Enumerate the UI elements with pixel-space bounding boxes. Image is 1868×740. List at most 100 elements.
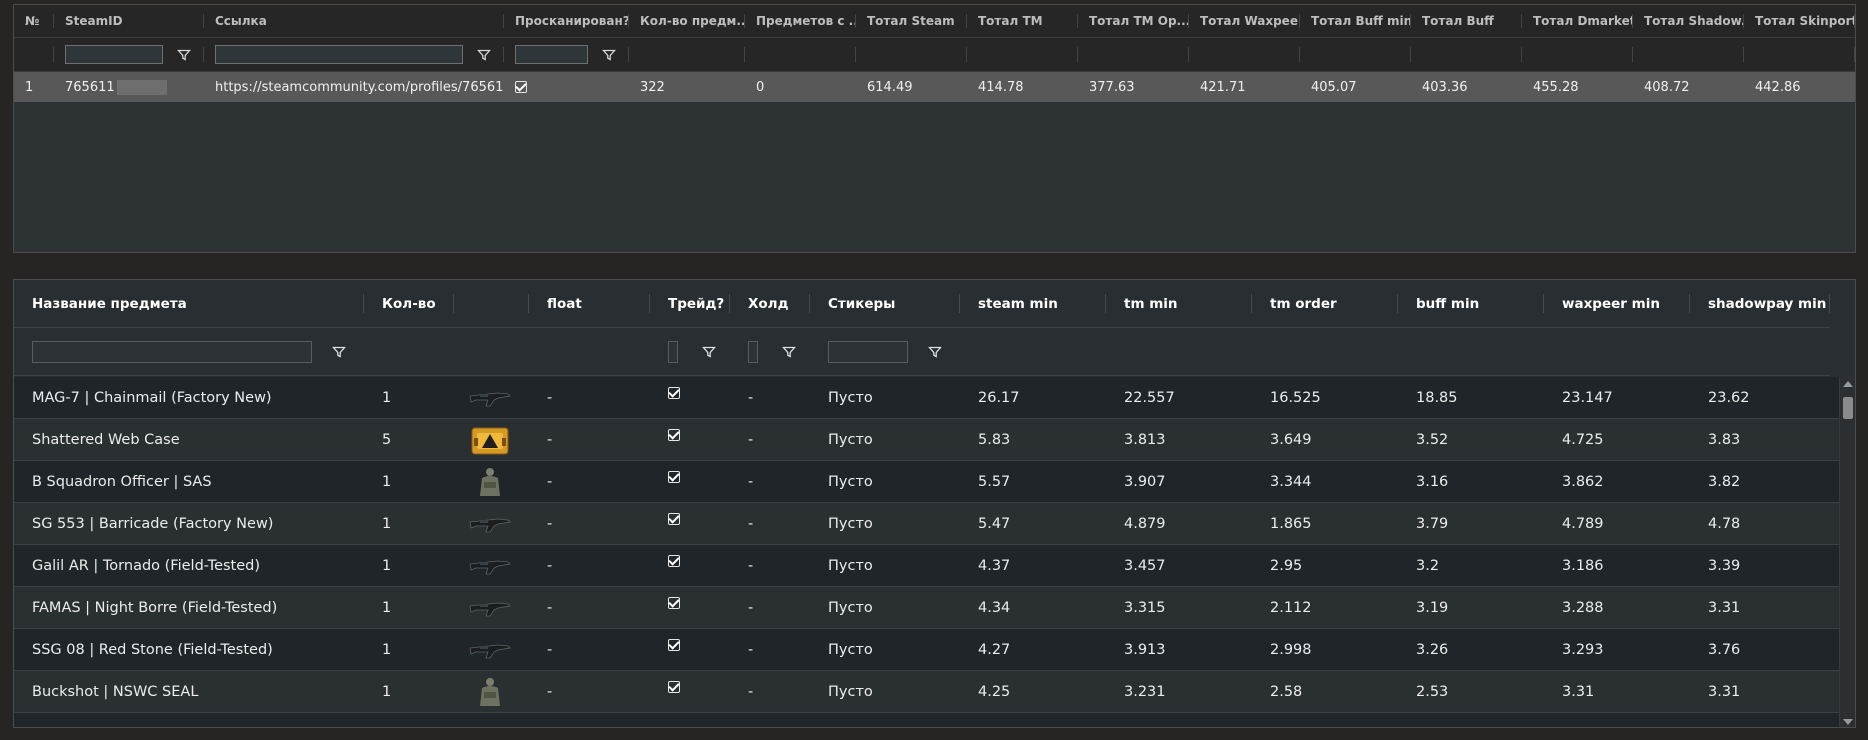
trade-checkbox[interactable]: [668, 429, 680, 441]
col-header-item-count[interactable]: Кол-во предм...: [629, 5, 745, 37]
scanned-checkbox[interactable]: [515, 81, 527, 93]
item-float: -: [547, 557, 553, 574]
account-steamid-cell: 765611: [54, 72, 204, 102]
item-tm-order: 2.95: [1270, 557, 1303, 574]
item-hold: -: [748, 683, 754, 700]
item-image-cell: [454, 377, 529, 418]
table-row[interactable]: B Squadron Officer | SAS 1 - - Пусто 5.5…: [14, 461, 1841, 503]
account-total-dmarket: 455.28: [1533, 79, 1579, 95]
link-filter-input[interactable]: [215, 45, 463, 64]
col-header-total-tm-order[interactable]: Тотал ТМ Ор...: [1078, 5, 1189, 37]
account-row[interactable]: 1 765611 https://steamcommunity.com/prof…: [14, 72, 1855, 102]
col-header-float[interactable]: float: [529, 280, 650, 327]
col-header-steam-min[interactable]: steam min: [960, 280, 1106, 327]
col-header-steamid[interactable]: SteamID: [54, 5, 204, 37]
trade-checkbox[interactable]: [668, 387, 680, 399]
trade-checkbox[interactable]: [668, 681, 680, 693]
col-header-link[interactable]: Ссылка: [204, 5, 504, 37]
item-waxpeer-min: 3.186: [1562, 557, 1604, 574]
redacted-mask: [116, 79, 167, 95]
item-hold: -: [748, 431, 754, 448]
item-image-cell: [454, 503, 529, 544]
stickers-filter-input[interactable]: [828, 340, 908, 363]
col-header-hold[interactable]: Холд: [730, 280, 810, 327]
item-stickers: Пусто: [828, 515, 873, 532]
filter-cell: [1544, 328, 1690, 375]
col-header-scanned[interactable]: Просканирован?: [504, 5, 629, 37]
scroll-up-icon[interactable]: [1843, 381, 1853, 387]
table-row[interactable]: Buckshot | NSWC SEAL 1 - - Пусто 4.25 3.…: [14, 671, 1841, 713]
table-row[interactable]: FAMAS | Night Borre (Field-Tested) 1 - -…: [14, 587, 1841, 629]
trade-checkbox[interactable]: [668, 555, 680, 567]
trade-checkbox[interactable]: [668, 597, 680, 609]
filter-icon[interactable]: [602, 48, 616, 62]
scanned-filter-input[interactable]: [515, 45, 588, 64]
name-filter-input[interactable]: [32, 340, 312, 363]
item-shadowpay-min: 23.62: [1708, 389, 1750, 406]
col-header-total-steam[interactable]: Тотал Steam: [856, 5, 967, 37]
items-table-body[interactable]: MAG-7 | Chainmail (Factory New) 1 - - Пу…: [14, 377, 1841, 727]
col-header-total-buff-min[interactable]: Тотал Buff min: [1300, 5, 1411, 37]
filter-cell: [1411, 38, 1522, 71]
item-trade-cell: [650, 419, 730, 460]
item-qty: 1: [382, 599, 392, 616]
filter-icon[interactable]: [782, 345, 796, 359]
col-header-qty[interactable]: Кол-во: [364, 280, 454, 327]
trade-checkbox[interactable]: [668, 471, 680, 483]
item-tm-order: 3.649: [1270, 431, 1312, 448]
table-row[interactable]: SG 553 | Barricade (Factory New) 1 - - П…: [14, 503, 1841, 545]
item-trade-cell: [650, 629, 730, 670]
item-hold: -: [748, 641, 754, 658]
item-float: -: [547, 599, 553, 616]
trade-checkbox[interactable]: [668, 639, 680, 651]
hold-filter-input[interactable]: [748, 340, 758, 363]
filter-icon[interactable]: [928, 345, 942, 359]
table-row-partial[interactable]: [14, 713, 1841, 727]
col-header-waxpeer-min[interactable]: waxpeer min: [1544, 280, 1690, 327]
col-header-total-buff[interactable]: Тотал Buff: [1411, 5, 1522, 37]
item-stickers: Пусто: [828, 683, 873, 700]
item-name: Galil AR | Tornado (Field-Tested): [32, 557, 261, 574]
col-header-name[interactable]: Название предмета: [14, 280, 364, 327]
scroll-down-icon[interactable]: [1843, 719, 1853, 725]
col-header-total-dmarket[interactable]: Тотал Dmarket: [1522, 5, 1633, 37]
item-steam-min: 4.25: [978, 683, 1011, 700]
col-header-total-shadowpay[interactable]: Тотал Shadow...: [1633, 5, 1744, 37]
item-trade-cell: [650, 671, 730, 712]
col-header-items-with[interactable]: Предметов с ...: [745, 5, 856, 37]
account-items-with: 0: [756, 79, 765, 95]
table-row[interactable]: SSG 08 | Red Stone (Field-Tested) 1 - - …: [14, 629, 1841, 671]
col-header-total-tm[interactable]: Тотал ТМ: [967, 5, 1078, 37]
col-header-num[interactable]: №: [14, 5, 54, 37]
item-waxpeer-min: 23.147: [1562, 389, 1613, 406]
item-waxpeer-min: 3.293: [1562, 641, 1604, 658]
col-header-shadowpay-min[interactable]: shadowpay min: [1690, 280, 1830, 327]
filter-icon[interactable]: [177, 48, 191, 62]
trade-filter-input[interactable]: [668, 340, 678, 363]
steamid-filter-input[interactable]: [65, 45, 163, 64]
table-row[interactable]: MAG-7 | Chainmail (Factory New) 1 - - Пу…: [14, 377, 1841, 419]
vertical-scrollbar[interactable]: [1839, 377, 1855, 727]
item-buff-min: 3.26: [1416, 641, 1449, 658]
col-header-buff-min[interactable]: buff min: [1398, 280, 1544, 327]
table-row[interactable]: Galil AR | Tornado (Field-Tested) 1 - - …: [14, 545, 1841, 587]
col-header-image[interactable]: [454, 280, 529, 327]
scroll-thumb[interactable]: [1843, 397, 1853, 419]
account-scanned-cell: [504, 72, 629, 102]
col-header-tm-min[interactable]: tm min: [1106, 280, 1252, 327]
col-header-trade[interactable]: Трейд?: [650, 280, 730, 327]
filter-cell-num: [14, 38, 54, 71]
table-row[interactable]: Shattered Web Case 5 - - Пусто 5.83 3.81…: [14, 419, 1841, 461]
account-link[interactable]: https://steamcommunity.com/profiles/7656…: [204, 72, 504, 102]
col-header-stickers[interactable]: Стикеры: [810, 280, 960, 327]
col-header-total-skinport[interactable]: Тотал Skinport: [1744, 5, 1855, 37]
trade-checkbox[interactable]: [668, 513, 680, 525]
col-header-tm-order[interactable]: tm order: [1252, 280, 1398, 327]
item-qty: 1: [382, 473, 392, 490]
item-qty: 5: [382, 431, 392, 448]
filter-icon[interactable]: [477, 48, 491, 62]
filter-icon[interactable]: [332, 345, 346, 359]
item-tm-min: 3.907: [1124, 473, 1166, 490]
col-header-total-waxpeer[interactable]: Тотал Waxpeer: [1189, 5, 1300, 37]
filter-icon[interactable]: [702, 345, 716, 359]
